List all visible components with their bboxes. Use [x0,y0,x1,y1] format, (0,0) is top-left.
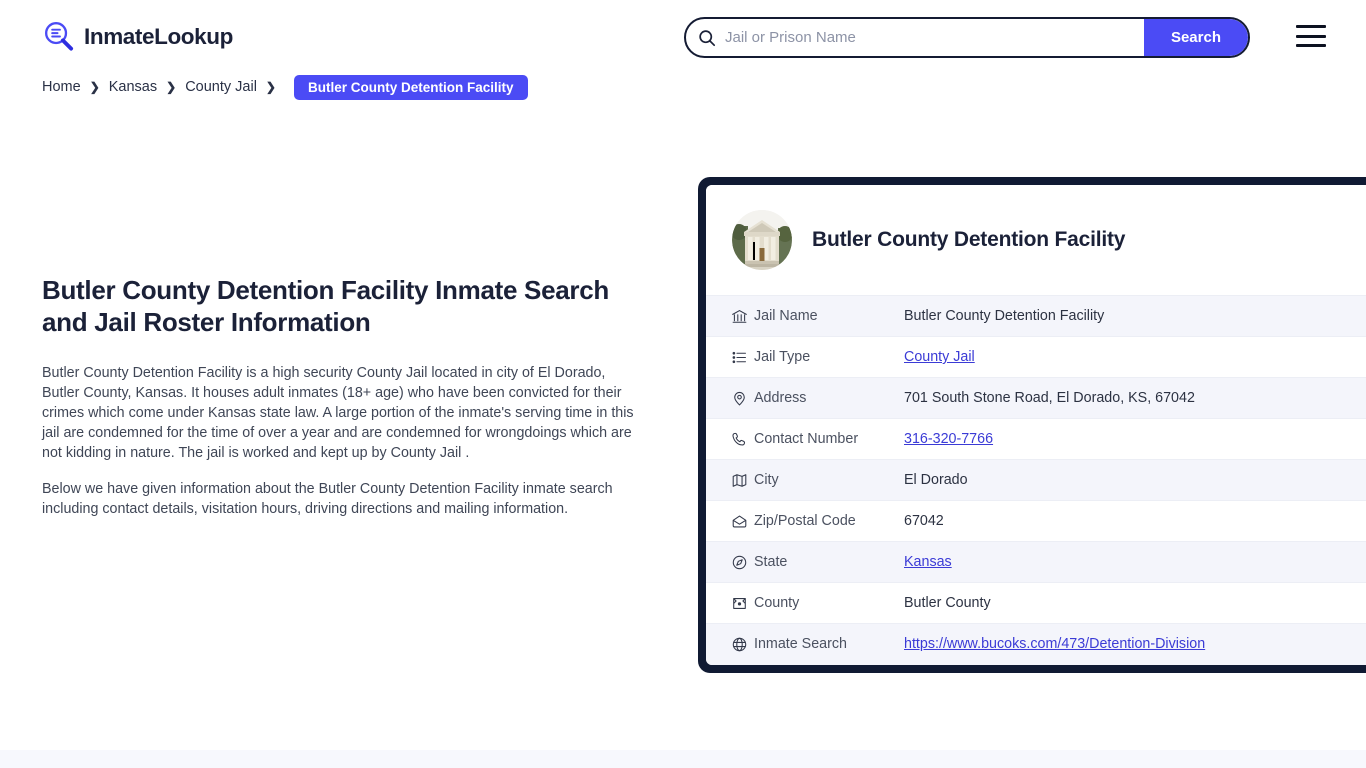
facility-card-inner: Butler County Detention Facility Jail Na… [706,185,1366,665]
row-label: Jail Type [754,336,904,378]
table-row: City El Dorado [706,459,1366,501]
table-row: Jail Name Butler County Detention Facili… [706,295,1366,337]
phone-link[interactable]: 316-320-7766 [904,431,993,447]
row-label: Address [754,377,904,419]
row-value: https://www.bucoks.com/473/Detention-Div… [904,623,1366,665]
breadcrumb-item-county-jail[interactable]: County Jail [185,79,257,95]
breadcrumb: Home ❯ Kansas ❯ County Jail ❯ Butler Cou… [42,74,528,100]
table-row: State Kansas [706,541,1366,583]
table-row: Zip/Postal Code 67042 [706,500,1366,542]
map-pin-icon [731,390,754,407]
compass-icon [731,554,754,571]
site-header: InmateLookup Search [0,0,1366,74]
table-row: Jail Type County Jail [706,336,1366,378]
jail-type-link[interactable]: County Jail [904,349,975,365]
facility-card-title: Butler County Detention Facility [812,228,1126,251]
row-value: 67042 [904,500,1366,542]
row-label: State [754,541,904,583]
row-value: 316-320-7766 [904,418,1366,460]
table-row: County Butler County [706,582,1366,624]
facility-details-table: Jail Name Butler County Detention Facili… [706,295,1366,665]
breadcrumb-item-home[interactable]: Home [42,79,81,95]
courthouse-photo-avatar [732,210,792,270]
row-label: Inmate Search [754,623,904,665]
hamburger-line [1296,25,1326,28]
row-value: Butler County Detention Facility [904,295,1366,337]
inmate-search-link[interactable]: https://www.bucoks.com/473/Detention-Div… [904,636,1205,652]
magnifier-list-icon [42,20,75,53]
facility-info-card: Butler County Detention Facility Jail Na… [698,177,1366,673]
list-icon [731,349,754,366]
page-title: Butler County Detention Facility Inmate … [42,275,609,337]
hamburger-line [1296,44,1326,47]
map-icon [731,472,754,489]
footer-band [0,750,1366,768]
row-value: Kansas [904,541,1366,583]
map-pin-icon-cell [706,377,754,419]
search-button[interactable]: Search [1143,19,1248,56]
row-label: Jail Name [754,295,904,337]
row-label: Zip/Postal Code [754,500,904,542]
phone-icon-cell [706,418,754,460]
facility-card-header: Butler County Detention Facility [706,185,1366,295]
phone-icon [731,431,754,448]
secondary-paragraph: Below we have given information about th… [42,481,613,517]
chevron-right-icon: ❯ [166,80,177,94]
hamburger-line [1296,34,1326,38]
site-logo[interactable]: InmateLookup [42,20,233,53]
facility-details-body: Jail Name Butler County Detention Facili… [706,295,1366,665]
chevron-right-icon: ❯ [89,80,100,94]
page-root: InmateLookup Search Home ❯ Kansas ❯ Coun… [0,0,1366,768]
county-icon-cell [706,582,754,624]
chevron-right-icon: ❯ [265,80,276,94]
search-input[interactable] [716,19,1144,56]
bank-icon [731,308,754,325]
search-bar[interactable]: Search [684,17,1250,58]
mail-open-icon-cell [706,500,754,542]
search-icon [686,29,716,47]
breadcrumb-item-kansas[interactable]: Kansas [109,79,157,95]
breadcrumb-current: Butler County Detention Facility [293,74,528,100]
row-label: County [754,582,904,624]
table-row: Address 701 South Stone Road, El Dorado,… [706,377,1366,419]
row-value: Butler County [904,582,1366,624]
logo-text: InmateLookup [84,23,233,49]
table-row: Contact Number 316-320-7766 [706,418,1366,460]
row-label: Contact Number [754,418,904,460]
list-icon-cell [706,336,754,378]
map-icon-cell [706,459,754,501]
row-value: County Jail [904,336,1366,378]
row-value: 701 South Stone Road, El Dorado, KS, 670… [904,377,1366,419]
county-icon [731,595,754,612]
intro-paragraph: Butler County Detention Facility is a hi… [42,365,634,461]
mail-open-icon [731,513,754,530]
state-link[interactable]: Kansas [904,554,952,570]
row-label: City [754,459,904,501]
table-row: Inmate Search https://www.bucoks.com/473… [706,623,1366,665]
hamburger-menu-icon[interactable] [1296,25,1326,47]
row-value: El Dorado [904,459,1366,501]
bank-icon-cell [706,295,754,337]
article-column: Butler County Detention Facility Inmate … [42,274,642,535]
globe-icon-cell [706,623,754,665]
globe-icon [731,636,754,653]
compass-icon-cell [706,541,754,583]
